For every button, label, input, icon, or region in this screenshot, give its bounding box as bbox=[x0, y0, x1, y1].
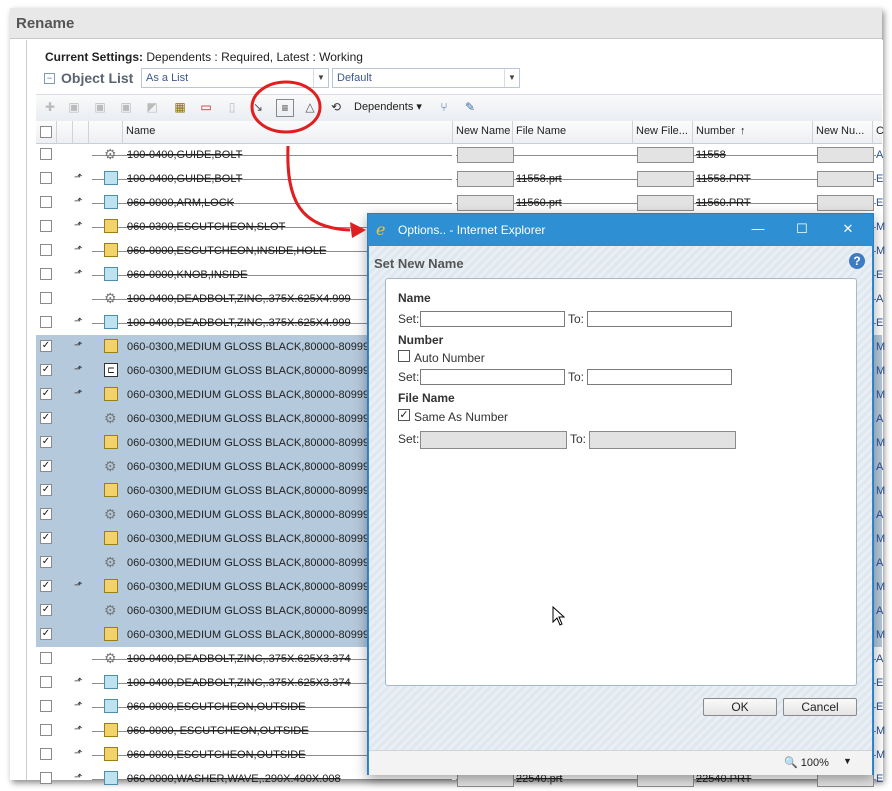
mouse-cursor-icon bbox=[552, 606, 566, 626]
annotation-circle bbox=[250, 80, 322, 134]
annotation-overlay bbox=[250, 80, 366, 238]
annotation-arrowhead bbox=[350, 222, 366, 238]
annotation-arrow bbox=[286, 145, 351, 232]
